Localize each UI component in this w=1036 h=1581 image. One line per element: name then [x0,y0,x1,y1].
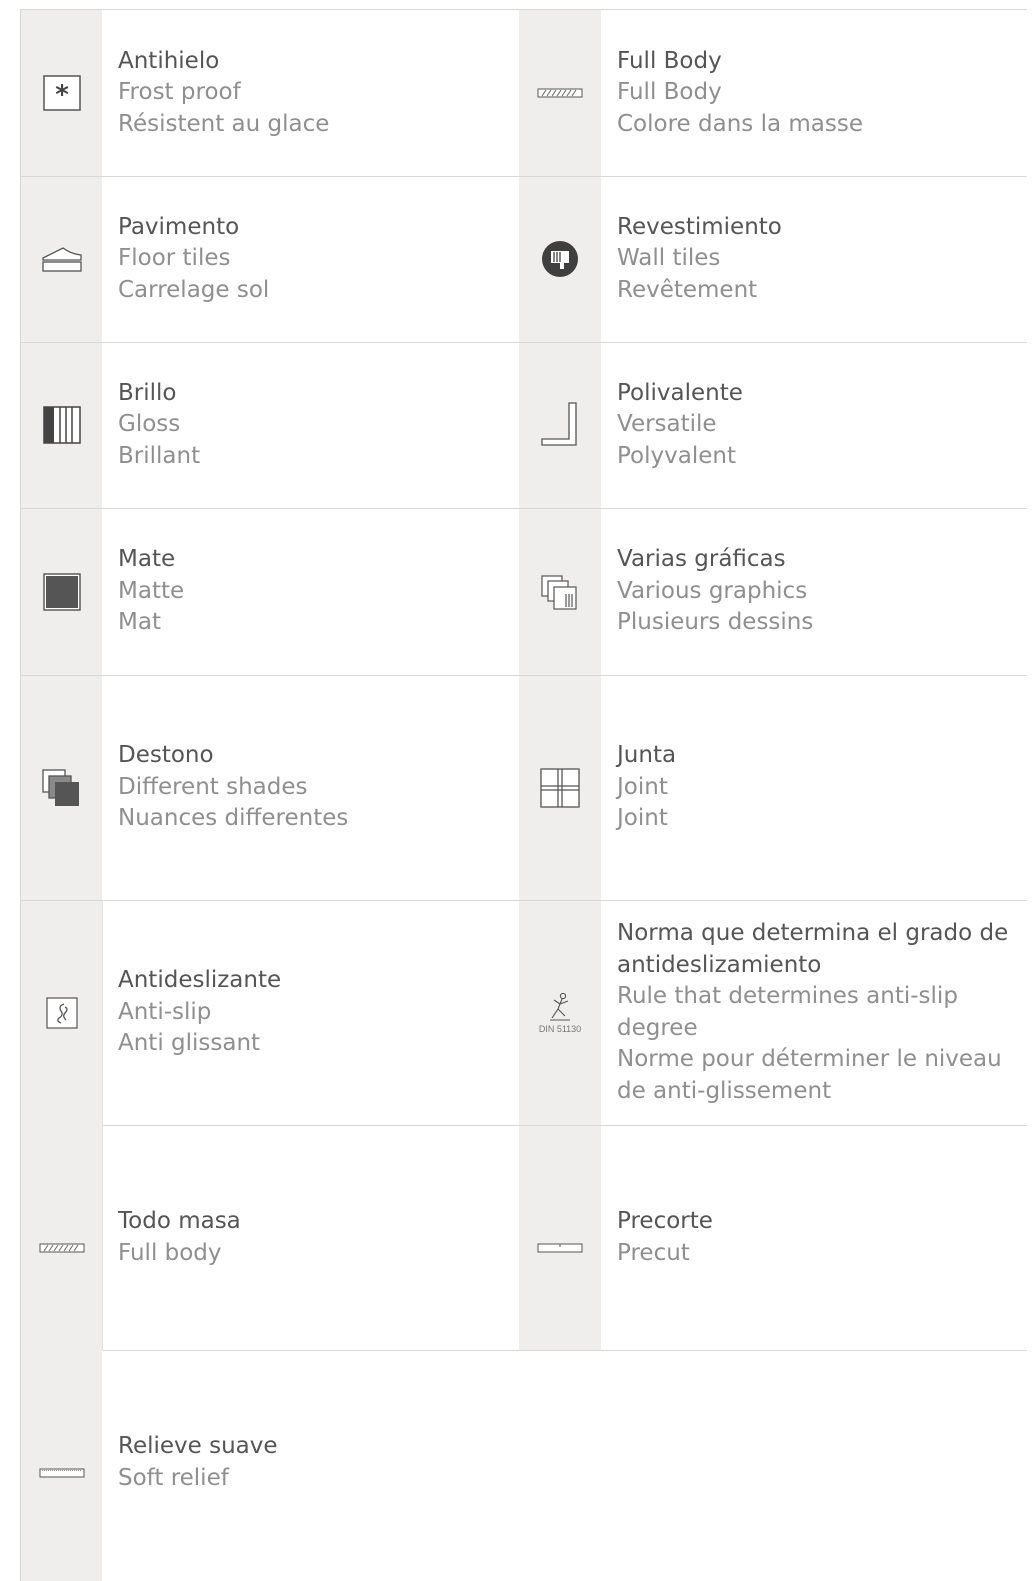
label-en: Floor tiles [118,245,231,272]
label-fr: Résistent au glace [118,110,330,137]
din-standard-icon: DIN 51130 [519,900,601,1125]
label-fr: Anti glissant [118,1030,261,1057]
versatile-icon [519,342,601,508]
legend-item-revestimiento: Revestimiento Wall tiles Revêtement [519,176,1027,342]
legend-item-mate: Mate Matte Mat [21,508,519,675]
label-fr: Joint [617,805,668,832]
different-shades-icon [21,675,102,900]
label-es: Full Body [617,47,722,74]
legend-item-destono: Destono Different shades Nuances differe… [21,675,519,900]
soft-relief-icon [21,1350,102,1575]
label-es: Revestimiento [617,213,782,240]
label-es: Norma que determina el grado de antidesl… [617,920,1009,978]
label-fr: Carrelage sol [118,276,270,303]
joint-icon [519,675,601,900]
label-es: Antihielo [118,47,220,74]
legend-item-precorte: Precorte Precut [519,1125,1027,1350]
label-es: Junta [617,742,677,769]
label-en: Gloss [118,411,181,438]
wall-tiles-icon [519,176,601,342]
icon-legend-sheet: * Antihielo Frost proof Résistent au gla… [0,0,1036,1581]
full-body-icon [21,1125,102,1350]
legend-item-brillo: Brillo Gloss Brillant [21,342,519,508]
label-fr: Brillant [118,442,201,469]
full-body-icon [519,10,601,176]
various-graphics-icon [519,508,601,675]
label-es: Precorte [617,1208,713,1234]
label-en: Soft relief [118,1464,229,1491]
label-fr: Plusieurs dessins [617,609,814,636]
label-fr: Revêtement [617,276,758,303]
legend-item-antideslizante: Antideslizante Anti-slip Anti glissant [21,900,519,1125]
label-es: Brillo [118,379,177,406]
label-fr: Mat [118,609,161,636]
label-en: Various graphics [617,577,808,604]
legend-item-todo-masa: Todo masa Full body [21,1125,519,1350]
label-en: Joint [617,773,668,800]
matte-icon [21,508,102,675]
label-es: Polivalente [617,379,743,406]
label-en: Matte [118,577,185,604]
label-es: Relieve suave [118,1433,278,1459]
label-es: Varias gráficas [617,546,786,573]
label-es: Antideslizante [118,967,282,994]
label-en: Full Body [617,79,722,106]
label-en: Wall tiles [617,245,721,272]
legend-item-junta: Junta Joint Joint [519,675,1027,900]
legend-item-norma-antideslizamiento: DIN 51130 Norma que determina el grado d… [519,900,1027,1125]
legend-item-pavimento: Pavimento Floor tiles Carrelage sol [21,176,519,342]
label-en: Versatile [617,411,717,438]
legend-item-antihielo: * Antihielo Frost proof Résistent au gla… [21,10,519,176]
legend-item-polivalente: Polivalente Versatile Polyvalent [519,342,1027,508]
legend-item-full-body: Full Body Full Body Colore dans la masse [519,10,1027,176]
label-fr: Polyvalent [617,442,736,469]
snowflake-icon: * [21,10,102,176]
legend-item-varias-graficas: Varias gráficas Various graphics Plusieu… [519,508,1027,675]
gloss-icon [21,342,102,508]
label-es: Pavimento [118,213,240,240]
legend-item-relieve-suave: Relieve suave Soft relief [21,1350,519,1575]
label-es: Mate [118,546,176,573]
label-fr: Colore dans la masse [617,110,863,137]
label-fr: Nuances differentes [118,805,349,832]
floor-tiles-icon [21,176,102,342]
label-fr: Norme pour déterminer le niveau de anti-… [617,1046,1002,1104]
label-es: Todo masa [118,1208,241,1234]
anti-slip-icon [21,900,102,1125]
label-en: Precut [617,1239,690,1266]
label-es: Destono [118,742,214,769]
din-standard-label: DIN 51130 [538,1023,582,1034]
svg-text:*: * [55,80,69,110]
label-en: Frost proof [118,79,241,106]
label-en: Anti-slip [118,998,212,1025]
precut-icon [519,1125,601,1350]
label-en: Full body [118,1239,222,1266]
label-en: Rule that determines anti-slip degree [617,983,958,1041]
label-en: Different shades [118,773,308,800]
